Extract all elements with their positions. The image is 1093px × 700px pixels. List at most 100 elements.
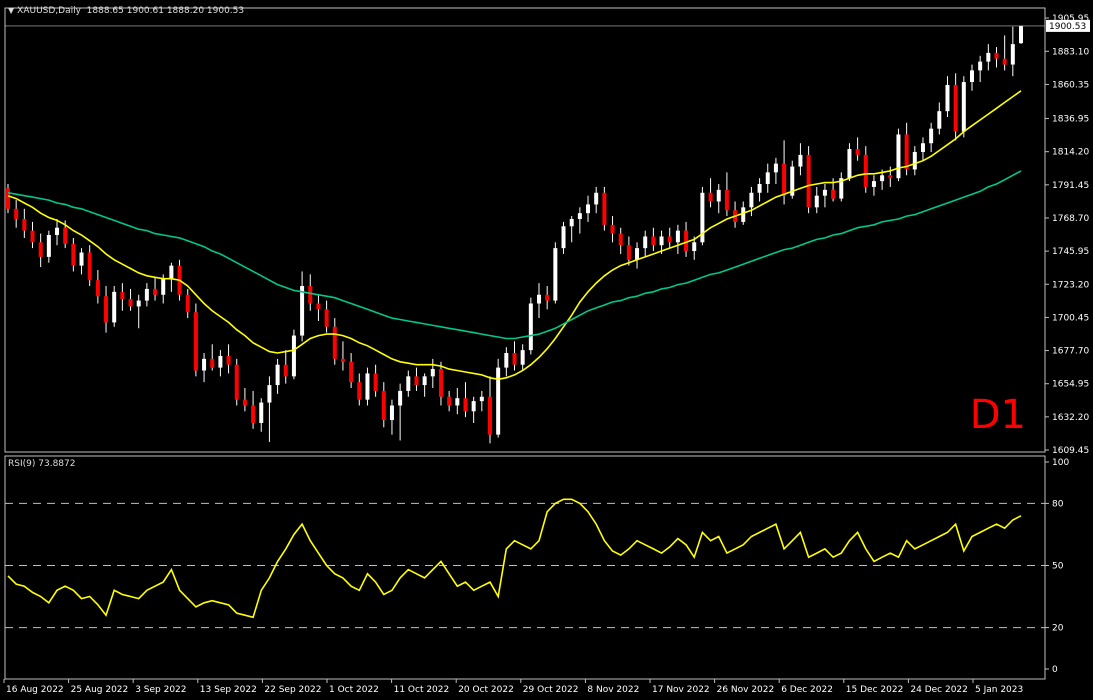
date-tick-label: 22 Sep 2022 <box>264 685 321 695</box>
bull-candle <box>1019 25 1023 44</box>
symbol-timeframe: XAUUSD,Daily <box>17 6 81 16</box>
bull-candle <box>112 291 117 323</box>
bull-candle <box>430 369 435 377</box>
bear-candle <box>610 224 615 234</box>
bull-candle <box>814 195 819 208</box>
bull-candle <box>937 111 942 129</box>
bear-candle <box>684 230 689 252</box>
bull-candle <box>896 134 901 179</box>
date-tick-label: 1 Oct 2022 <box>329 685 379 695</box>
bull-candle <box>945 84 950 112</box>
bull-candle <box>136 300 141 307</box>
price-tick-label: 1791.45 <box>1052 181 1089 191</box>
rsi-panel-frame <box>4 455 1046 680</box>
bull-candle <box>577 213 582 219</box>
bull-candle <box>659 236 664 246</box>
price-tick-label: 1654.95 <box>1052 380 1089 390</box>
date-tick-label: 24 Dec 2022 <box>910 685 968 695</box>
bear-candle <box>14 208 19 219</box>
bear-candle <box>953 84 958 132</box>
bull-candle <box>389 405 394 421</box>
bull-candle <box>692 242 697 252</box>
bear-candle <box>994 52 999 59</box>
bull-candle <box>300 286 305 336</box>
bear-candle <box>863 154 868 187</box>
bull-candle <box>749 192 754 208</box>
bull-candle <box>1010 44 1015 65</box>
bull-candle <box>496 367 501 435</box>
bear-candle <box>414 376 419 386</box>
bear-candle <box>6 188 10 209</box>
bear-candle <box>806 154 811 208</box>
bear-candle <box>234 364 239 400</box>
bull-candle <box>398 390 403 406</box>
date-tick-label: 13 Sep 2022 <box>200 685 257 695</box>
date-tick-label: 11 Oct 2022 <box>394 685 450 695</box>
bear-candle <box>602 192 607 225</box>
bear-candle <box>855 149 860 155</box>
bull-candle <box>586 204 591 214</box>
main-panel-frame <box>4 7 1046 453</box>
date-tick-label: 6 Dec 2022 <box>781 685 833 695</box>
date-tick-label: 15 Dec 2022 <box>846 685 904 695</box>
bear-candle <box>63 227 68 244</box>
collapse-triangle-icon[interactable]: ▼ <box>8 6 14 15</box>
rsi-tick-label: 0 <box>1052 665 1058 675</box>
bear-candle <box>30 230 35 243</box>
bear-candle <box>708 192 713 202</box>
rsi-value: 73.8872 <box>38 459 76 469</box>
bull-candle <box>218 355 223 368</box>
bear-candle <box>210 358 215 368</box>
bear-candle <box>308 286 313 304</box>
bull-candle <box>643 236 648 249</box>
rsi-tick-label: 100 <box>1052 458 1069 468</box>
date-tick-label: 29 Oct 2022 <box>523 685 579 695</box>
bear-candle <box>782 163 787 196</box>
bear-candle <box>340 358 345 362</box>
bull-candle <box>569 218 574 227</box>
bull-candle <box>920 143 925 152</box>
chart-header: ▼ XAUUSD,Daily 1888.65 1900.61 1888.20 19… <box>8 6 244 16</box>
price-tick-label: 1836.95 <box>1052 115 1089 125</box>
bull-candle <box>929 128 934 144</box>
bull-candle <box>79 252 84 266</box>
bull-candle <box>757 184 762 193</box>
date-tick-label: 8 Nov 2022 <box>587 685 639 695</box>
price-tick-label: 1700.45 <box>1052 313 1089 323</box>
bear-candle <box>71 243 76 266</box>
bull-candle <box>537 294 542 304</box>
bull-candle <box>986 52 991 62</box>
bull-candle <box>422 376 427 386</box>
bear-candle <box>651 236 656 246</box>
chart-canvas: 1905.951883.101860.351836.951814.201791.… <box>3 7 1090 695</box>
bear-candle <box>724 189 729 211</box>
bear-candle <box>104 296 109 323</box>
bull-candle <box>169 265 174 279</box>
bull-candle <box>553 248 558 301</box>
bull-candle <box>635 248 640 260</box>
moving-average-slow-line <box>7 170 1022 340</box>
bull-candle <box>471 401 476 412</box>
bull-candle <box>798 154 803 167</box>
bear-candle <box>242 399 247 406</box>
bull-candle <box>504 353 509 368</box>
bear-candle <box>545 294 550 301</box>
bear-candle <box>512 353 517 365</box>
bull-candle <box>847 149 852 179</box>
bear-candle <box>251 405 256 423</box>
ohlc-values: 1888.65 1900.61 1888.20 1900.53 <box>86 6 245 16</box>
bear-candle <box>283 364 288 377</box>
rsi-header: RSI(9) 73.8872 <box>8 459 75 469</box>
bear-candle <box>618 233 623 246</box>
price-tick-label: 1860.35 <box>1052 80 1089 90</box>
bull-candle <box>275 364 280 386</box>
price-tick-label: 1814.20 <box>1052 148 1089 158</box>
bull-candle <box>144 288 149 301</box>
bear-candle <box>153 288 158 295</box>
price-tick-label: 1723.20 <box>1052 280 1089 290</box>
bear-candle <box>357 382 362 400</box>
bull-candle <box>202 358 207 371</box>
bull-candle <box>520 350 525 365</box>
bear-candle <box>128 299 133 307</box>
bull-candle <box>561 226 566 249</box>
